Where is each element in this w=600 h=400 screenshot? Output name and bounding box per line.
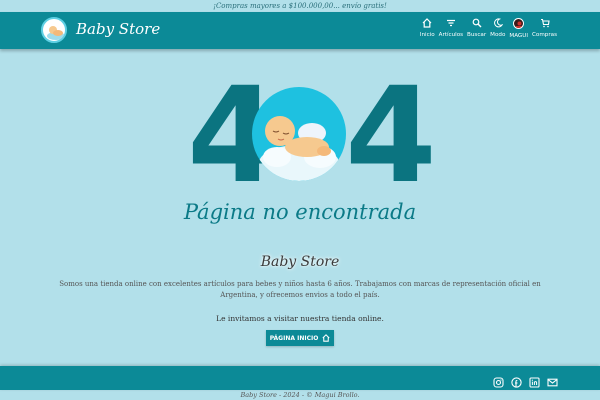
home-icon <box>422 18 432 28</box>
header: Baby Store Inicio Artículos Buscar Modo … <box>0 12 600 49</box>
nav-item-modo[interactable]: Modo <box>490 18 505 39</box>
sleeping-baby-illustration <box>252 87 346 181</box>
main-nav: Inicio Artículos Buscar Modo MAGUI Compr… <box>416 18 557 39</box>
instagram-icon[interactable] <box>493 373 504 388</box>
logo[interactable] <box>41 17 67 43</box>
nav-item-articulos[interactable]: Artículos <box>439 18 463 39</box>
sleeping-baby-icon <box>259 116 339 181</box>
nav-item-buscar[interactable]: Buscar <box>467 18 486 39</box>
home-button[interactable]: PÁGINA INICIO <box>266 330 334 346</box>
invite-text: Le invitamos a visitar nuestra tienda on… <box>216 314 384 323</box>
moon-icon <box>493 18 503 28</box>
social-links <box>493 373 558 388</box>
mail-icon[interactable] <box>547 373 558 387</box>
store-heading: Baby Store <box>260 254 340 270</box>
brand-name[interactable]: Baby Store <box>76 20 160 38</box>
baby-logo-icon <box>47 26 65 40</box>
nav-item-compras[interactable]: Compras <box>532 18 557 39</box>
user-photo-icon <box>516 21 524 28</box>
filter-icon <box>446 19 455 27</box>
nav-label: Inicio <box>419 32 435 38</box>
facebook-icon[interactable] <box>511 373 522 388</box>
nav-label: MAGUI <box>509 33 529 39</box>
linkedin-icon[interactable] <box>529 373 540 388</box>
store-description: Somos una tienda online con excelentes a… <box>59 280 541 299</box>
promo-banner: ¡Compras mayores a $100.000,00... envío … <box>0 0 600 12</box>
nav-label: Buscar <box>467 32 487 38</box>
search-icon <box>472 18 482 28</box>
nav-label: Artículos <box>438 32 464 38</box>
nav-item-inicio[interactable]: Inicio <box>420 18 435 39</box>
copyright: Baby Store - 2024 - © Magui Brollo. <box>240 391 360 399</box>
page-title: Página no encontrada <box>183 200 417 224</box>
footer <box>0 366 600 390</box>
nav-label: Modo <box>490 32 506 38</box>
nav-label: Compras <box>532 32 557 38</box>
home-button-label: PÁGINA INICIO <box>269 334 319 342</box>
home-icon <box>322 334 330 342</box>
cart-icon <box>540 18 550 28</box>
nav-item-user[interactable]: MAGUI <box>509 18 528 39</box>
error-digit-right: 4 <box>345 59 437 213</box>
avatar <box>513 18 525 29</box>
